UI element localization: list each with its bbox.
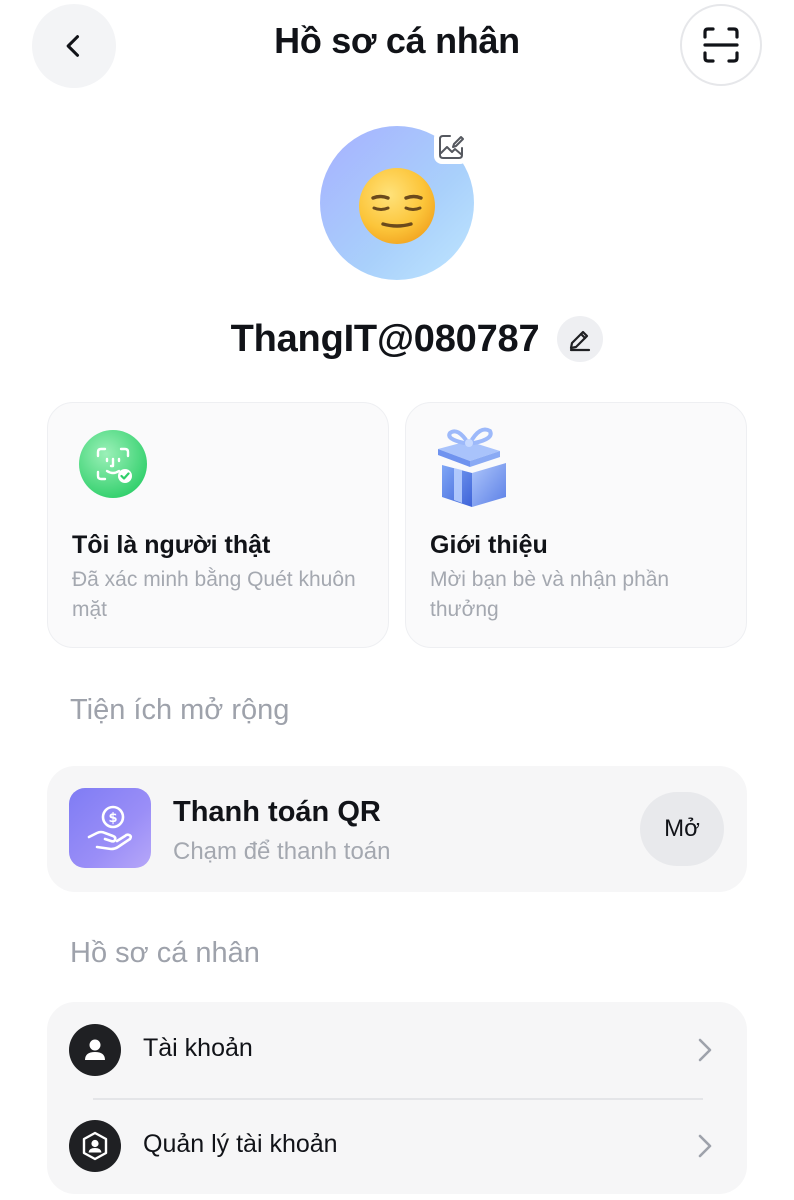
verified-human-card[interactable]: Tôi là người thật Đã xác minh bằng Quét … [47, 402, 389, 648]
open-button[interactable]: Mở [640, 792, 724, 866]
svg-text:$: $ [108, 811, 117, 826]
hand-coin-icon: $ [87, 805, 133, 851]
qr-payment-icon-tile: $ [69, 788, 151, 868]
card-title: Tôi là người thật [72, 531, 271, 559]
scan-button[interactable] [680, 4, 762, 86]
page-title: Hồ sơ cá nhân [274, 20, 520, 61]
referral-card[interactable]: Giới thiệu Mời bạn bè và nhận phần thưởn… [405, 402, 747, 648]
card-description: Đã xác minh bằng Quét khuôn mặt [72, 568, 356, 621]
qr-payment-title: Thanh toán QR [173, 796, 381, 828]
face-id-verified-icon [79, 430, 147, 498]
card-title: Giới thiệu [430, 531, 548, 559]
username: ThangIT@080787 [230, 317, 540, 360]
shield-person-icon [69, 1120, 121, 1172]
profile-section-title: Hồ sơ cá nhân [70, 937, 260, 969]
list-item-account[interactable]: Tài khoản [47, 1002, 747, 1100]
profile-list: Tài khoản Quản lý tài khoản [47, 1002, 747, 1194]
extensions-section-title: Tiện ích mở rộng [70, 694, 290, 726]
pencil-icon [570, 330, 591, 352]
gift-box-icon [438, 427, 506, 507]
qr-payment-subtitle: Chạm để thanh toán [173, 838, 391, 865]
person-icon [69, 1024, 121, 1076]
expressionless-face-emoji [359, 168, 435, 244]
edit-username-button[interactable] [557, 316, 604, 362]
chevron-right-icon [698, 1134, 712, 1158]
header: Hồ sơ cá nhân [0, 0, 794, 96]
avatar-edit-button[interactable] [434, 130, 468, 164]
qr-payment-row[interactable]: $ Thanh toán QR Chạm để thanh toán Mở [47, 766, 747, 892]
username-row: ThangIT@080787 [0, 314, 794, 364]
scan-frame-icon [703, 27, 739, 63]
card-description: Mời bạn bè và nhận phần thưởng [430, 568, 670, 621]
image-edit-icon [439, 135, 464, 159]
list-item-account-management[interactable]: Quản lý tài khoản [47, 1098, 747, 1194]
chevron-right-icon [698, 1038, 712, 1062]
list-item-label: Tài khoản [143, 1034, 253, 1062]
list-item-label: Quản lý tài khoản [143, 1130, 338, 1158]
